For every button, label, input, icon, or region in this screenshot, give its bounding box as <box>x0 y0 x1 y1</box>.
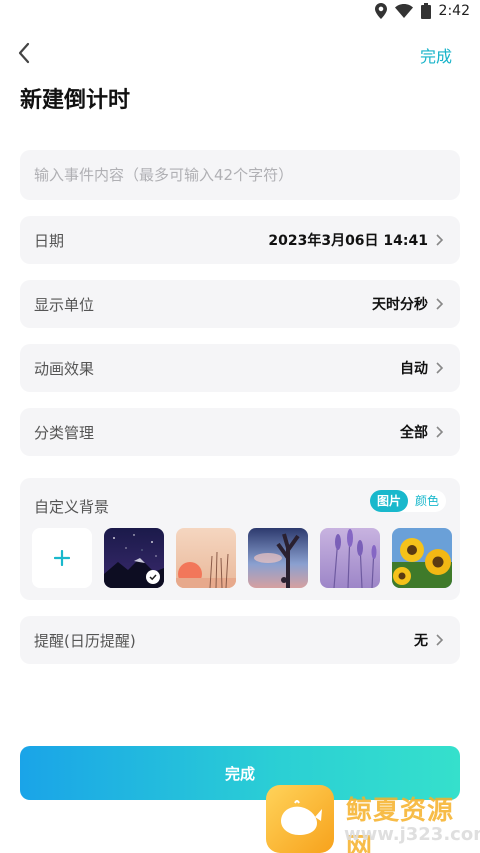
display-unit-value: 天时分秒 <box>372 297 428 313</box>
status-icons: 2:42 <box>374 3 470 19</box>
tab-color[interactable]: 颜色 <box>408 490 446 512</box>
whale-icon <box>281 800 322 835</box>
selected-check-icon <box>146 570 160 584</box>
custom-background-label: 自定义背景 <box>34 498 110 516</box>
thumbnail-tree-sky[interactable] <box>248 528 308 588</box>
back-button[interactable] <box>10 38 38 68</box>
animation-value: 自动 <box>400 361 428 377</box>
background-thumbnails <box>32 528 452 588</box>
event-input-card <box>20 150 460 200</box>
watermark-url: www.j323.com <box>344 824 480 845</box>
page-title: 新建倒计时 <box>20 88 131 113</box>
location-icon <box>374 3 387 19</box>
category-value-group: 全部 <box>400 422 444 442</box>
add-background-button[interactable] <box>32 528 92 588</box>
reminder-value-group: 无 <box>414 630 444 650</box>
wifi-icon <box>394 4 413 18</box>
chevron-left-icon <box>18 42 30 64</box>
animation-label: 动画效果 <box>34 359 95 378</box>
chevron-right-icon <box>436 298 444 310</box>
reminder-label: 提醒(日历提醒) <box>34 631 136 650</box>
row-category[interactable]: 分类管理 全部 <box>20 408 460 456</box>
watermark-logo <box>266 785 334 853</box>
status-bar: 2:42 <box>0 0 480 26</box>
chevron-right-icon <box>436 362 444 374</box>
tab-image[interactable]: 图片 <box>369 490 408 512</box>
reminder-value: 无 <box>414 633 428 649</box>
custom-background-card: 自定义背景 图片 颜色 <box>20 478 460 600</box>
sunflowers-image <box>392 528 452 588</box>
animation-value-group: 自动 <box>400 358 444 378</box>
display-unit-label: 显示单位 <box>34 295 95 314</box>
sunset-reeds-image <box>176 528 236 588</box>
row-date[interactable]: 日期 2023年3月06日 14:41 <box>20 216 460 264</box>
chevron-right-icon <box>436 426 444 438</box>
category-value: 全部 <box>400 425 428 441</box>
row-display-unit[interactable]: 显示单位 天时分秒 <box>20 280 460 328</box>
thumbnail-sunset-reeds[interactable] <box>176 528 236 588</box>
status-time: 2:42 <box>438 3 470 19</box>
event-content-input[interactable] <box>34 166 460 184</box>
plus-icon <box>54 550 70 566</box>
background-type-toggle: 图片 颜色 <box>369 490 446 512</box>
thumbnail-sunflowers[interactable] <box>392 528 452 588</box>
chevron-right-icon <box>436 234 444 246</box>
display-unit-value-group: 天时分秒 <box>372 294 444 314</box>
battery-icon <box>420 3 431 19</box>
date-label: 日期 <box>34 231 65 250</box>
tree-sky-image <box>248 528 308 588</box>
chevron-right-icon <box>436 634 444 646</box>
header-done-button[interactable]: 完成 <box>420 43 452 67</box>
date-value-group: 2023年3月06日 14:41 <box>268 230 444 250</box>
lavender-image <box>320 528 380 588</box>
category-label: 分类管理 <box>34 423 95 442</box>
thumbnail-night-mountain[interactable] <box>104 528 164 588</box>
date-value: 2023年3月06日 14:41 <box>268 233 428 249</box>
row-reminder[interactable]: 提醒(日历提醒) 无 <box>20 616 460 664</box>
row-animation[interactable]: 动画效果 自动 <box>20 344 460 392</box>
thumbnail-lavender[interactable] <box>320 528 380 588</box>
